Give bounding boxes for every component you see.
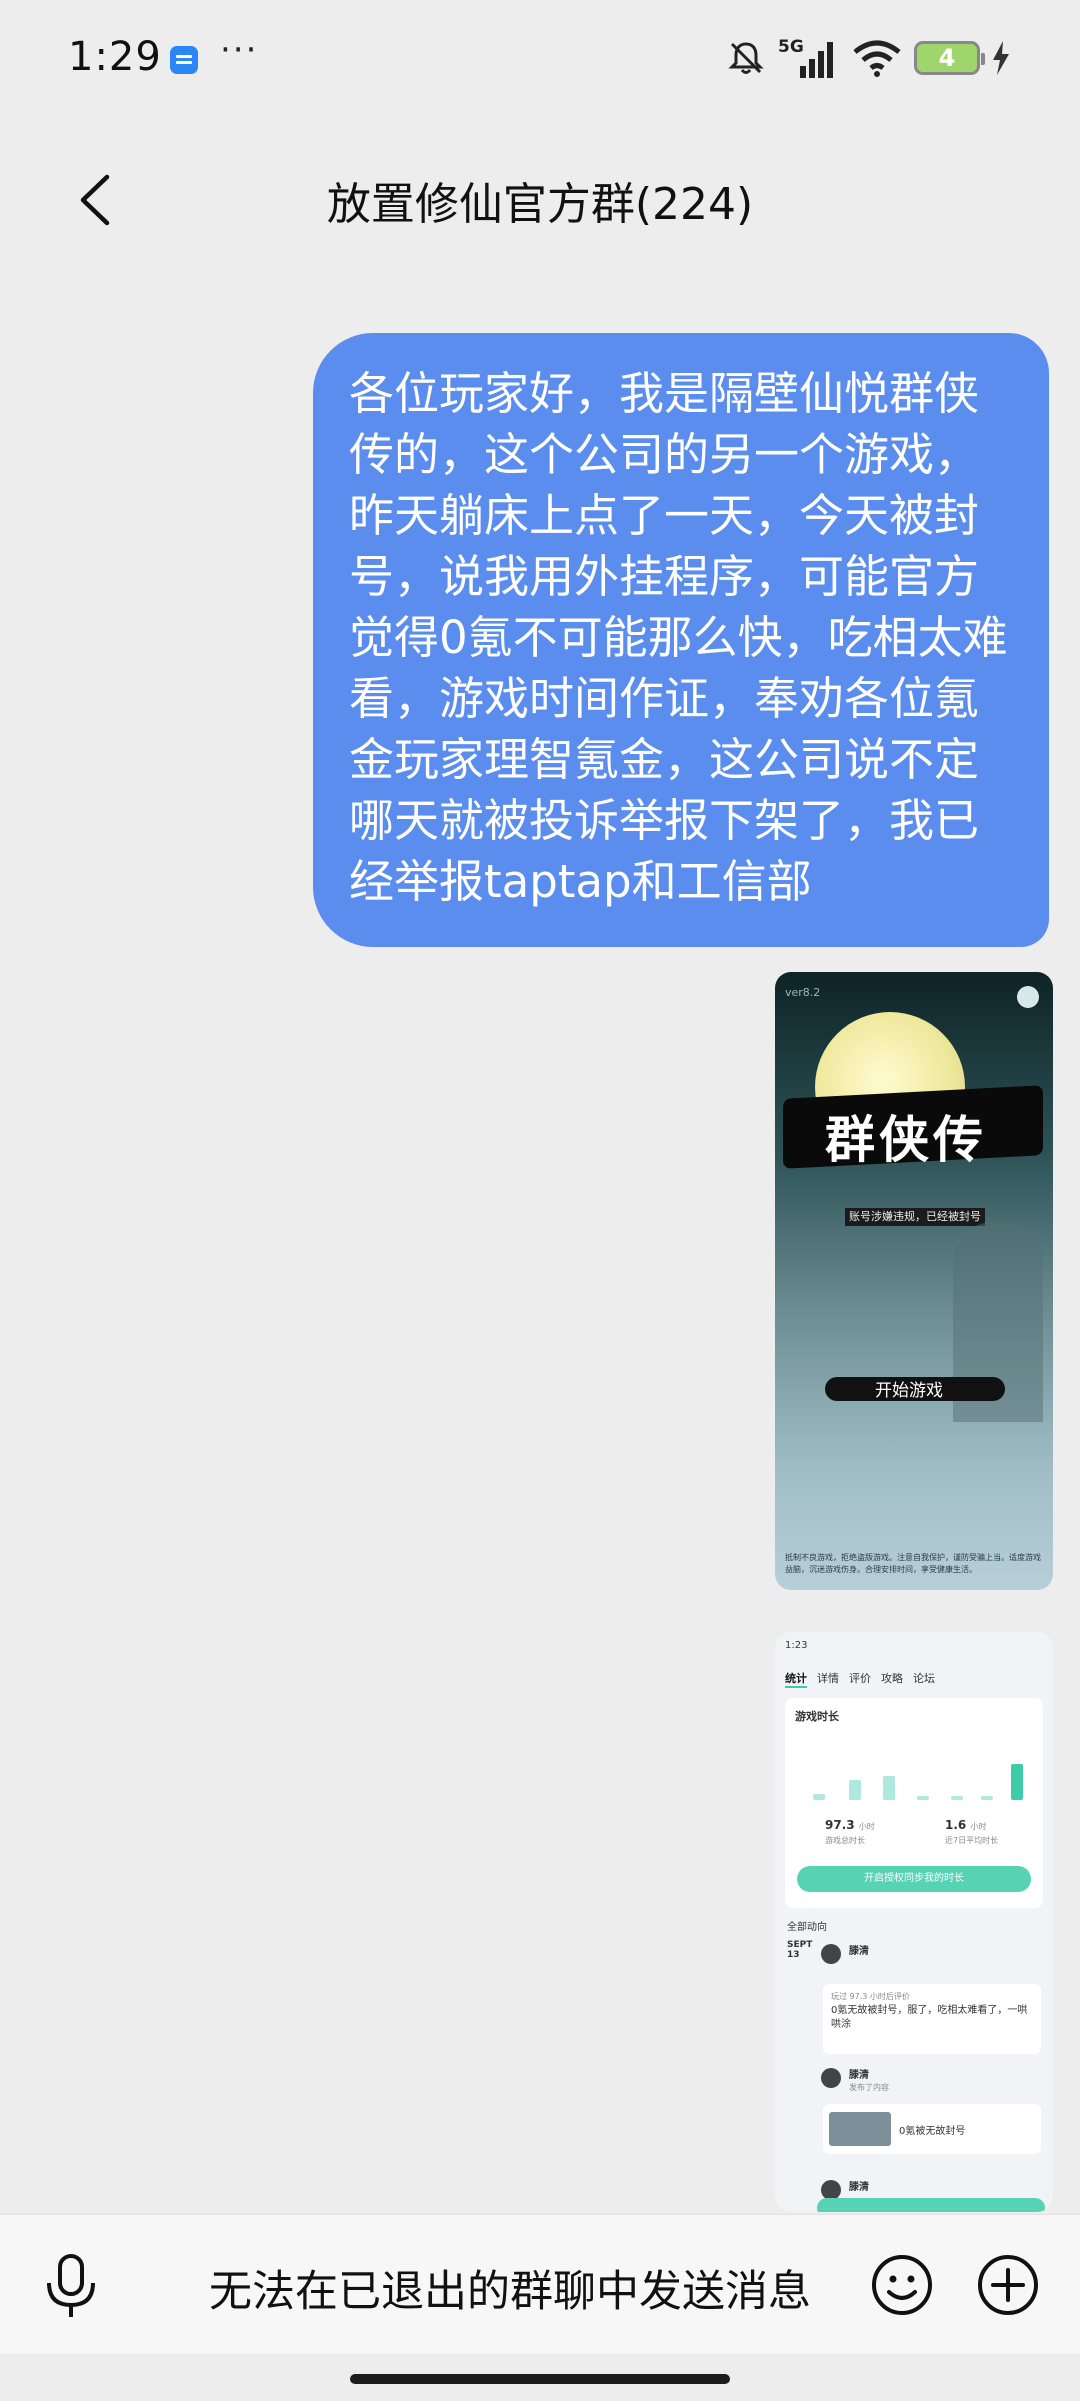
status-time: 1:29 <box>68 34 162 80</box>
shot-review-text: 0氪无故被封号，服了，吃相太难看了，一哄哄涂 <box>831 2005 1028 2030</box>
shot-bar <box>883 1776 895 1800</box>
signal-5g-icon: 5G <box>778 37 833 78</box>
shot-stat-total: 97.3 小时 游戏总时长 <box>825 1818 875 1845</box>
shot-feed-label: 全部动向 <box>787 1922 827 1933</box>
shot-avatar <box>821 1944 841 1964</box>
svg-text:5G: 5G <box>778 37 804 57</box>
shot-bar <box>917 1796 929 1800</box>
shot-card-title: 游戏时长 <box>795 1710 839 1723</box>
shot-avatar <box>821 2068 841 2088</box>
smiley-icon <box>872 2255 932 2315</box>
shot-sync-button: 开启授权同步我的时长 <box>797 1866 1031 1892</box>
shot-bar <box>951 1796 963 1800</box>
shot-post-meta: 发布了内容 <box>849 2083 889 2092</box>
shot-playtime-card: 游戏时长 97.3 小时 游戏总时长 1.6 小时 近7日平均时长 开启授权同步… <box>785 1698 1043 1908</box>
chat-header: 放置修仙官方群(224) <box>0 140 1080 260</box>
plus-circle-icon <box>978 2255 1038 2315</box>
text-message-bubble[interactable]: 各位玩家好，我是隔壁仙悦群侠传的，这个公司的另一个游戏，昨天躺床上点了一天，今天… <box>313 333 1049 947</box>
shot-tab: 论坛 <box>913 1672 935 1685</box>
input-bar: 无法在已退出的群聊中发送消息 <box>0 2214 1080 2354</box>
shot-tab: 评价 <box>849 1672 871 1685</box>
status-bar: 1:29 ··· 5G 4 <box>0 0 1080 120</box>
shot-stat-recent: 1.6 小时 近7日平均时长 <box>945 1818 999 1845</box>
shot-bottom-button <box>817 2198 1045 2212</box>
disabled-input-hint: 无法在已退出的群聊中发送消息 <box>209 2267 811 2317</box>
mute-bell-icon <box>728 42 764 74</box>
home-indicator[interactable] <box>350 2374 730 2384</box>
voice-button[interactable] <box>38 2251 104 2321</box>
battery-level: 4 <box>938 44 956 72</box>
more-actions-button[interactable] <box>976 2253 1040 2317</box>
battery-icon: 4 <box>914 41 985 75</box>
shot-tabs: 统计 详情 评价 攻略 论坛 <box>785 1670 935 1688</box>
shot-review-card: 玩过 97.3 小时后评价 0氪无故被封号，服了，吃相太难看了，一哄哄涂 <box>823 1984 1041 2054</box>
start-game-label: 开始游戏 <box>875 1381 943 1401</box>
shot-bar <box>981 1796 993 1800</box>
charging-icon <box>993 41 1009 75</box>
shot-date: SEPT 13 <box>787 1940 813 1960</box>
ban-notice-banner: 账号涉嫌违规，已经被封号 <box>845 1208 985 1226</box>
shot-avatar <box>821 2180 841 2200</box>
emoji-button[interactable] <box>870 2253 934 2317</box>
status-icons: 5G 4 <box>726 36 1010 80</box>
wifi-icon <box>853 40 901 77</box>
game-version-label: ver8.2 <box>785 986 821 999</box>
chat-title: 放置修仙官方群(224) <box>326 179 754 230</box>
shot-bar <box>849 1780 861 1800</box>
health-notice: 抵制不良游戏，拒绝盗版游戏。注意自我保护，谨防受骗上当。适度游戏益脑，沉迷游戏伤… <box>785 1553 1041 1574</box>
microphone-icon <box>47 2254 95 2317</box>
shot-status-time: 1:23 <box>785 1640 808 1651</box>
image-message-app-screenshot[interactable]: 1:23 统计 详情 评价 攻略 论坛 游戏时长 97.3 小时 游戏总时长 1… <box>775 1632 1053 2212</box>
shot-bar <box>1011 1764 1023 1800</box>
shot-post-thumbnail <box>829 2112 891 2146</box>
shot-user-name: 滕清 <box>849 1946 869 1957</box>
shot-tab: 统计 <box>785 1670 807 1688</box>
game-service-icon <box>1017 986 1039 1008</box>
shot-user-name: 滕清 <box>849 2070 869 2081</box>
image-message-game-screen[interactable]: ver8.2 群侠传 账号涉嫌违规，已经被封号 开始游戏 抵制不良游戏，拒绝盗版… <box>775 972 1053 1590</box>
shot-post-text: 0氪被无故封号 <box>899 2126 966 2137</box>
shot-post-card: 0氪被无故封号 <box>823 2104 1041 2154</box>
shot-review-meta: 玩过 97.3 小时后评价 <box>831 1992 910 2001</box>
shot-tab: 详情 <box>817 1672 839 1685</box>
shot-bar <box>813 1794 825 1800</box>
more-notifications-icon: ··· <box>220 30 259 70</box>
shot-user-name: 滕清 <box>849 2182 869 2193</box>
shot-tab: 攻略 <box>881 1672 903 1685</box>
game-logo-title: 群侠传 <box>825 1110 987 1169</box>
notification-app-icon <box>170 46 198 74</box>
